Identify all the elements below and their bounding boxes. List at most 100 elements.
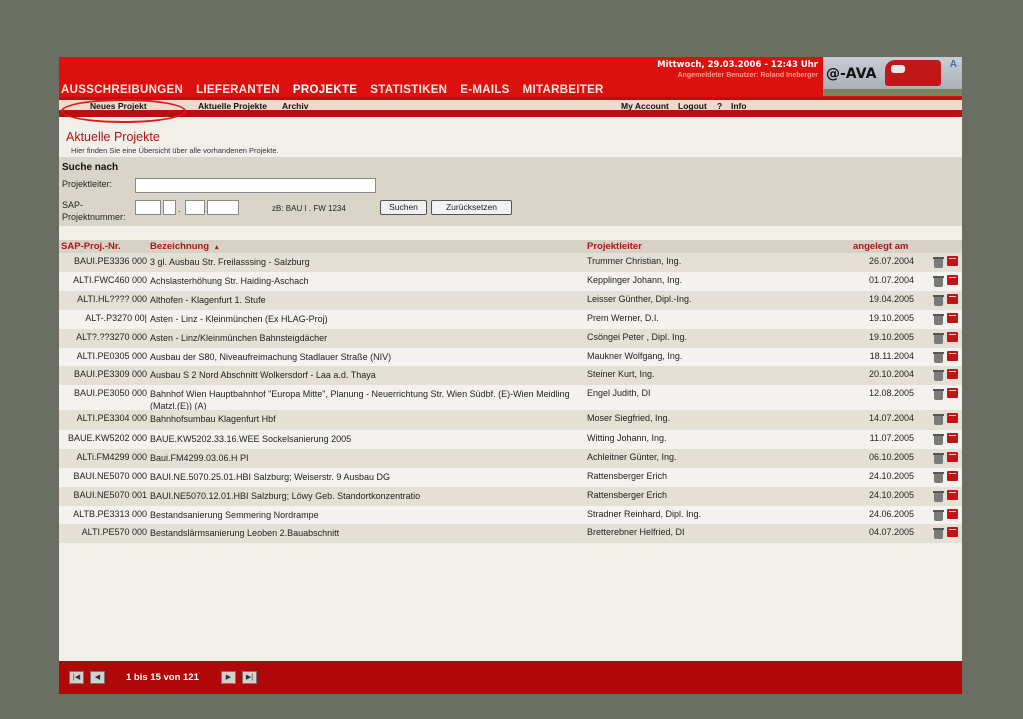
table-row[interactable]: BAUI.NE5070 001 BAUI.NE5070.12.01.HBI Sal… bbox=[59, 487, 962, 506]
book-icon[interactable] bbox=[947, 413, 958, 423]
book-icon[interactable] bbox=[947, 527, 958, 537]
nav-projekte[interactable]: PROJEKTE bbox=[293, 84, 357, 96]
book-icon[interactable] bbox=[947, 313, 958, 323]
trash-icon[interactable] bbox=[933, 453, 944, 464]
table-row[interactable]: ALTI.PE570 000 Bestandslärmsanierung Leob… bbox=[59, 524, 962, 543]
book-icon[interactable] bbox=[947, 351, 958, 361]
trash-icon[interactable] bbox=[933, 257, 944, 268]
aktuelle-projekte-link[interactable]: Aktuelle Projekte bbox=[198, 101, 267, 111]
col-bezeichnung[interactable]: Bezeichnung bbox=[150, 241, 209, 252]
angelegt-cell: 24.06.2005 bbox=[868, 509, 914, 519]
col-projektleiter[interactable]: Projektleiter bbox=[587, 241, 642, 252]
sap-field-1[interactable] bbox=[135, 200, 161, 215]
projektleiter-input[interactable] bbox=[135, 178, 376, 193]
projektleiter-cell: Rattensberger Erich bbox=[587, 471, 668, 481]
sap-nr-cell: ALTI.PE0305 000 bbox=[76, 351, 147, 361]
nav-statistiken[interactable]: STATISTIKEN bbox=[370, 84, 447, 96]
bezeichnung-cell: BAUI.NE5070.12.01.HBI Salzburg; Löwy Geb… bbox=[150, 491, 421, 501]
sap-nr-cell: ALTi.FM4299 000 bbox=[76, 452, 147, 462]
bezeichnung-cell: Althofen - Klagenfurt 1. Stufe bbox=[150, 295, 266, 305]
highlight-ellipse bbox=[61, 99, 186, 123]
trash-icon[interactable] bbox=[933, 472, 944, 483]
sap-nr-cell: ALTI.PE3304 000 bbox=[76, 413, 147, 423]
book-icon[interactable] bbox=[947, 490, 958, 500]
book-icon[interactable] bbox=[947, 433, 958, 443]
info-link[interactable]: Info bbox=[731, 101, 747, 111]
logout-link[interactable]: Logout bbox=[678, 101, 707, 111]
book-icon[interactable] bbox=[947, 332, 958, 342]
angelegt-cell: 06.10.2005 bbox=[868, 452, 914, 462]
nav-mitarbeiter[interactable]: MITARBEITER bbox=[523, 84, 604, 96]
app-window: AUSSCHREIBUNGEN LIEFERANTEN PROJEKTE STA… bbox=[59, 57, 962, 694]
table-row[interactable]: BAUI.PE3336 000 3 gl. Ausbau Str. Freilas… bbox=[59, 253, 962, 272]
col-sap-nr[interactable]: SAP-Proj.-Nr. bbox=[61, 241, 121, 252]
my-account-link[interactable]: My Account bbox=[621, 101, 669, 111]
trash-icon[interactable] bbox=[933, 414, 944, 425]
trash-icon[interactable] bbox=[933, 389, 944, 400]
bezeichnung-cell: Asten - Linz - Kleinmünchen (Ex HLAG-Pro… bbox=[150, 314, 328, 324]
bezeichnung-cell: BAUI.NE.5070.25.01.HBI Salzburg; Weisers… bbox=[150, 472, 390, 482]
top-bar: AUSSCHREIBUNGEN LIEFERANTEN PROJEKTE STA… bbox=[59, 57, 962, 97]
table-row[interactable]: ALT-.P3270 00| Asten - Linz - Kleinmünche… bbox=[59, 310, 962, 329]
book-icon[interactable] bbox=[947, 256, 958, 266]
table-row[interactable]: ALTB.PE3313 000 Bestandsanierung Semmerin… bbox=[59, 506, 962, 524]
bezeichnung-cell: Achslasterhöhung Str. Haiding-Aschach bbox=[150, 276, 309, 286]
table-header: SAP-Proj.-Nr. Bezeichnung ▴ Projektleite… bbox=[59, 240, 962, 253]
trash-icon[interactable] bbox=[933, 491, 944, 502]
sap-nr-cell: BAUI.PE3336 000 bbox=[73, 256, 147, 266]
reset-button[interactable]: Zurücksetzen bbox=[431, 200, 512, 215]
trash-icon[interactable] bbox=[933, 370, 944, 381]
sap-field-3[interactable] bbox=[185, 200, 205, 215]
table-row[interactable]: BAUI.NE5070 000 BAUI.NE.5070.25.01.HBI Sa… bbox=[59, 468, 962, 487]
trash-icon[interactable] bbox=[933, 314, 944, 325]
trash-icon[interactable] bbox=[933, 510, 944, 521]
sap-nr-cell: ALT-.P3270 00| bbox=[85, 313, 147, 323]
projektleiter-cell: Stradner Reinhard, Dipl. Ing. bbox=[587, 509, 702, 519]
table-row[interactable]: ALTi.FM4299 000 Baui.FM4299.03.06.H PI Ach… bbox=[59, 449, 962, 468]
trash-icon[interactable] bbox=[933, 295, 944, 306]
book-icon[interactable] bbox=[947, 388, 958, 398]
table-row[interactable]: ALTI.FWC460 000 Achslasterhöhung Str. Hai… bbox=[59, 272, 962, 291]
first-page-icon[interactable]: |◀ bbox=[69, 671, 84, 684]
book-icon[interactable] bbox=[947, 509, 958, 519]
book-icon[interactable] bbox=[947, 471, 958, 481]
table-row[interactable]: ALTI.HL???? 000 Althofen - Klagenfurt 1. … bbox=[59, 291, 962, 310]
sap-label-line1: SAP- bbox=[62, 200, 84, 210]
table-row[interactable]: ALTI.PE3304 000 Bahnhofsumbau Klagenfurt … bbox=[59, 410, 962, 430]
search-button[interactable]: Suchen bbox=[380, 200, 427, 215]
logo-mark-icon: A bbox=[949, 59, 957, 70]
sort-asc-icon: ▴ bbox=[215, 244, 219, 251]
trash-icon[interactable] bbox=[933, 333, 944, 344]
trash-icon[interactable] bbox=[933, 434, 944, 445]
trash-icon[interactable] bbox=[933, 352, 944, 363]
sap-label-line2: Projektnummer: bbox=[62, 212, 126, 222]
last-page-icon[interactable]: ▶| bbox=[242, 671, 257, 684]
table-row[interactable]: ALTI.PE0305 000 Ausbau der S80, Niveaufre… bbox=[59, 348, 962, 366]
help-link[interactable]: ? bbox=[717, 101, 722, 111]
next-page-icon[interactable]: ▶ bbox=[221, 671, 236, 684]
prev-page-icon[interactable]: ◀ bbox=[90, 671, 105, 684]
col-angelegt-am[interactable]: angelegt am bbox=[853, 241, 908, 252]
archiv-link[interactable]: Archiv bbox=[282, 101, 308, 111]
trash-icon[interactable] bbox=[933, 276, 944, 287]
table-row[interactable]: ALT?.??3270 000 Asten - Linz/Kleinmünchen… bbox=[59, 329, 962, 348]
main-nav: AUSSCHREIBUNGEN LIEFERANTEN PROJEKTE STA… bbox=[61, 84, 604, 96]
sap-field-4[interactable] bbox=[207, 200, 239, 215]
table-row[interactable]: BAUI.PE3050 000 Bahnhof Wien Hauptbahnhof… bbox=[59, 385, 962, 411]
nav-emails[interactable]: E-MAILS bbox=[460, 84, 509, 96]
table-row[interactable]: BAUI.PE3309 000 Ausbau S 2 Nord Abschnitt… bbox=[59, 366, 962, 385]
table-row[interactable]: BAUE.KW5202 000 BAUE.KW5202.33.16.WEE Soc… bbox=[59, 430, 962, 449]
book-icon[interactable] bbox=[947, 452, 958, 462]
book-icon[interactable] bbox=[947, 294, 958, 304]
ava-logo: @-AVA A bbox=[823, 57, 962, 96]
trash-icon[interactable] bbox=[933, 528, 944, 539]
angelegt-cell: 01.07.2004 bbox=[868, 275, 914, 285]
sap-field-2[interactable] bbox=[163, 200, 176, 215]
nav-lieferanten[interactable]: LIEFERANTEN bbox=[196, 84, 280, 96]
train-image bbox=[885, 60, 941, 86]
nav-ausschreibungen[interactable]: AUSSCHREIBUNGEN bbox=[61, 84, 183, 96]
book-icon[interactable] bbox=[947, 275, 958, 285]
angelegt-cell: 19.04.2005 bbox=[868, 294, 914, 304]
book-icon[interactable] bbox=[947, 369, 958, 379]
bezeichnung-cell: 3 gl. Ausbau Str. Freilasssing - Salzbur… bbox=[150, 257, 310, 267]
